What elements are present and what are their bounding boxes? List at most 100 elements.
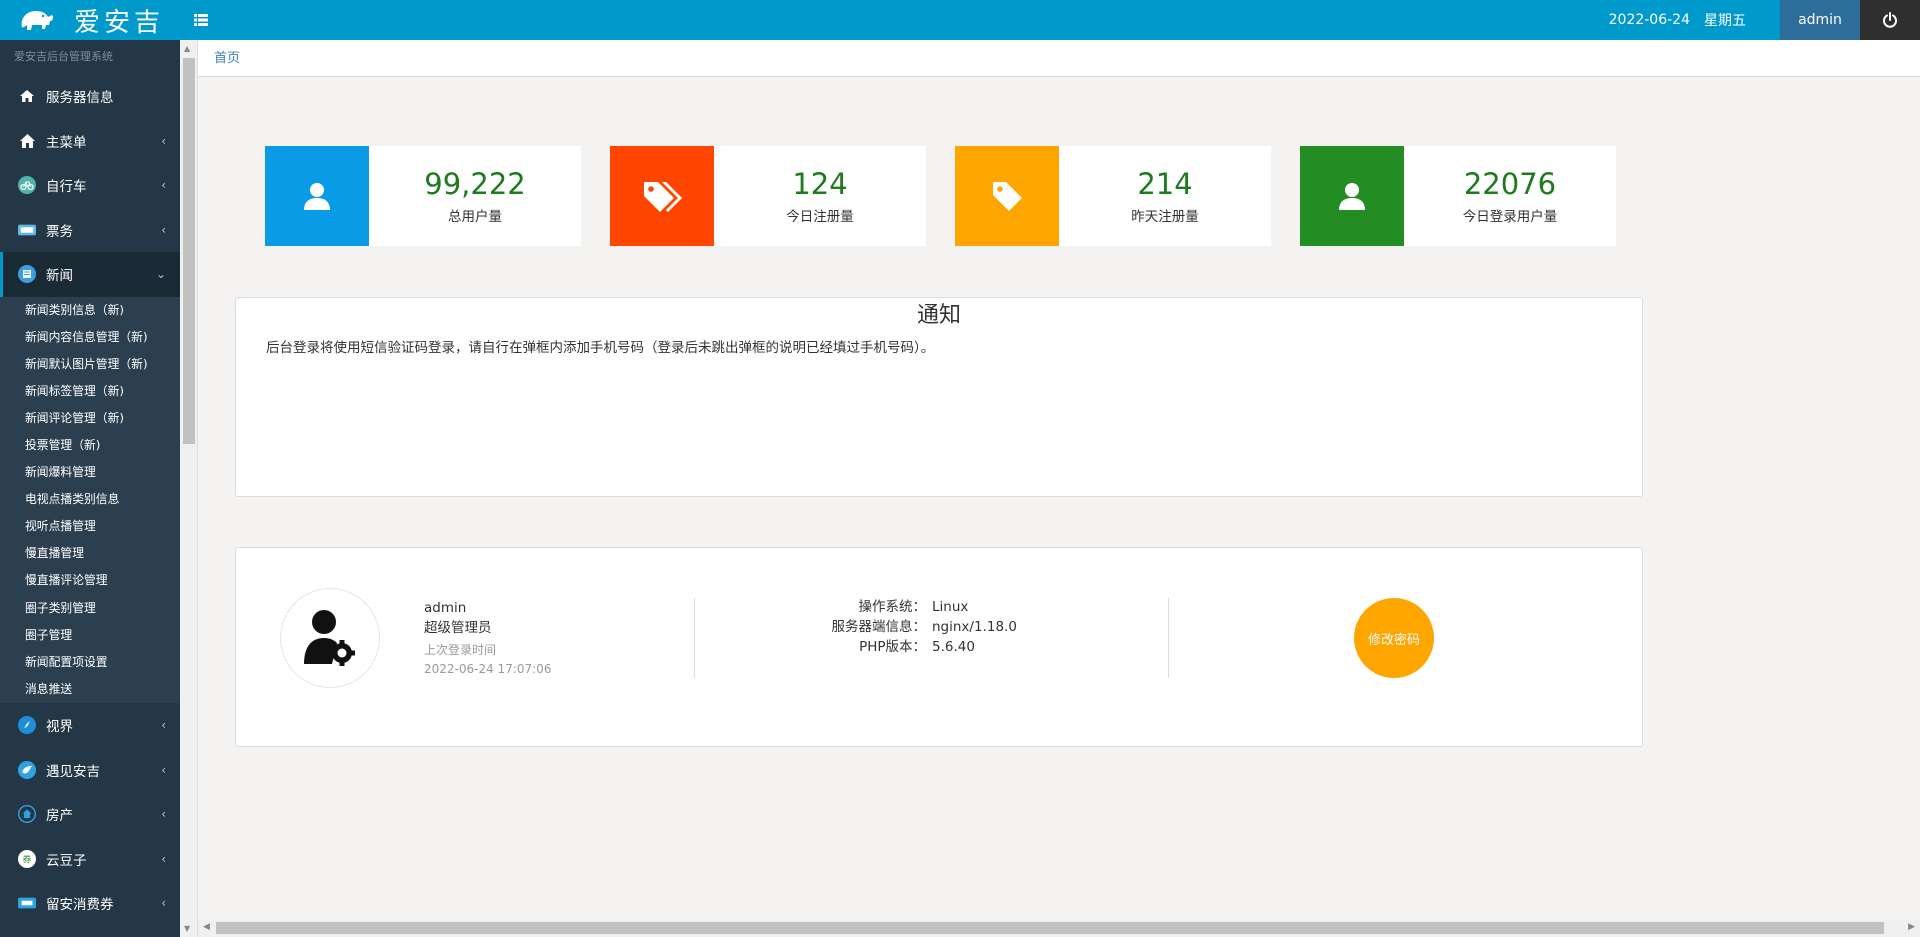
stat-label: 昨天注册量 bbox=[1131, 209, 1199, 225]
elephant-logo-icon bbox=[21, 11, 54, 30]
sidebar-item-label: 主菜单 bbox=[46, 134, 87, 151]
brand[interactable]: 爱安吉 bbox=[0, 0, 180, 40]
submenu-item[interactable]: 新闻类别信息（新) bbox=[0, 297, 180, 324]
submenu-item[interactable]: 慢直播管理 bbox=[0, 540, 180, 567]
user-name: admin bbox=[424, 600, 467, 616]
chevron-down-icon: ⌄ bbox=[155, 267, 166, 282]
stat-card-today-logins: 22076 今日登录用户量 bbox=[1300, 146, 1616, 246]
sidebar-item-label: 房产 bbox=[46, 808, 73, 825]
server-key: 操作系统： bbox=[858, 599, 927, 615]
sidebar-item-label: 票务 bbox=[46, 223, 73, 240]
submenu-item[interactable]: 新闻默认图片管理（新) bbox=[0, 351, 180, 378]
house-icon bbox=[18, 132, 36, 150]
sidebar-item-tickets[interactable]: 票务 ‹ bbox=[0, 208, 180, 253]
sidebar-item-meet-anji[interactable]: 遇见安吉 ‹ bbox=[0, 747, 180, 792]
chevron-left-icon: ‹ bbox=[161, 762, 166, 777]
stat-label: 今日登录用户量 bbox=[1462, 209, 1558, 225]
sidebar: 爱安吉后台管理系统 服务器信息 主菜单 ‹ 自行车 ‹ 票务 ‹ 新闻 ⌄ 新闻… bbox=[0, 40, 180, 937]
scroll-left-icon[interactable]: ◀ bbox=[203, 922, 210, 932]
tags-icon bbox=[644, 182, 682, 212]
main-content: 首页 99,222 总用户量 124 今日注册量 214 昨天注册量 22076… bbox=[198, 40, 1920, 919]
stat-icon-box bbox=[955, 146, 1059, 246]
stat-card-today-registrations: 124 今日注册量 bbox=[610, 146, 926, 246]
coupon-icon: 券 bbox=[18, 849, 36, 868]
current-date: 2022-06-24 bbox=[1608, 12, 1690, 28]
stat-label: 总用户量 bbox=[448, 209, 502, 225]
submenu-item[interactable]: 新闻内容信息管理（新) bbox=[0, 324, 180, 351]
submenu-item[interactable]: 投票管理（新) bbox=[0, 432, 180, 459]
sidebar-item-server-info[interactable]: 服务器信息 bbox=[0, 74, 180, 119]
submenu-item[interactable]: 视听点播管理 bbox=[0, 513, 180, 540]
submenu-item[interactable]: 圈子类别管理 bbox=[0, 595, 180, 622]
submenu-item[interactable]: 圈子管理 bbox=[0, 622, 180, 649]
horizontal-scrollbar[interactable]: ◀ ▶ bbox=[198, 919, 1920, 937]
menu-toggle-button[interactable] bbox=[186, 0, 216, 40]
user-menu-button[interactable]: admin bbox=[1780, 0, 1860, 40]
server-value: 5.6.40 bbox=[932, 639, 975, 655]
logout-button[interactable] bbox=[1860, 0, 1920, 40]
list-icon bbox=[194, 14, 208, 26]
chevron-left-icon: ‹ bbox=[161, 133, 166, 148]
server-key: 服务器端信息： bbox=[831, 619, 927, 635]
stat-icon-box bbox=[610, 146, 714, 246]
divider bbox=[1168, 598, 1169, 678]
chevron-left-icon: ‹ bbox=[161, 222, 166, 237]
stat-icon-box bbox=[1300, 146, 1404, 246]
ticket-icon bbox=[18, 221, 36, 239]
submenu-item[interactable]: 电视点播类别信息 bbox=[0, 486, 180, 513]
submenu-item[interactable]: 新闻配置项设置 bbox=[0, 649, 180, 676]
bird-icon bbox=[18, 760, 36, 779]
sidebar-item-bicycle[interactable]: 自行车 ‹ bbox=[0, 163, 180, 208]
user-role: 超级管理员 bbox=[424, 620, 492, 636]
scroll-up-icon[interactable]: ▲ bbox=[184, 44, 190, 53]
sidebar-item-yundouzi[interactable]: 券 云豆子 ‹ bbox=[0, 836, 180, 881]
account-info-panel: admin 超级管理员 上次登录时间 2022-06-24 17:07:06 操… bbox=[235, 547, 1643, 747]
sidebar-item-voucher[interactable]: 留安消费券 ‹ bbox=[0, 881, 180, 926]
notice-panel: 通知 后台登录将使用短信验证码登录，请自行在弹框内添加手机号码（登录后未跳出弹框… bbox=[235, 297, 1643, 497]
scrollbar-thumb[interactable] bbox=[183, 58, 195, 444]
sidebar-item-label: 留安消费券 bbox=[46, 897, 114, 914]
house-circle-icon bbox=[18, 805, 36, 824]
last-login-time: 2022-06-24 17:07:06 bbox=[424, 662, 552, 676]
stat-value: 214 bbox=[1137, 167, 1193, 201]
sidebar-item-vision[interactable]: 视界 ‹ bbox=[0, 703, 180, 748]
vertical-scrollbar[interactable]: ▲ ▼ bbox=[180, 40, 198, 937]
divider bbox=[694, 598, 695, 678]
breadcrumb: 首页 bbox=[198, 40, 1920, 77]
server-value: nginx/1.18.0 bbox=[932, 619, 1017, 635]
submenu-item[interactable]: 慢直播评论管理 bbox=[0, 567, 180, 594]
user-icon bbox=[304, 183, 330, 210]
sidebar-item-label: 服务器信息 bbox=[46, 90, 114, 107]
stat-icon-box bbox=[265, 146, 369, 246]
admin-user-gear-icon bbox=[304, 610, 355, 666]
sidebar-title: 爱安吉后台管理系统 bbox=[14, 50, 113, 63]
news-submenu: 新闻类别信息（新) 新闻内容信息管理（新) 新闻默认图片管理（新) 新闻标签管理… bbox=[0, 296, 180, 703]
chevron-left-icon: ‹ bbox=[161, 178, 166, 193]
chevron-left-icon: ‹ bbox=[161, 718, 166, 733]
voucher-icon bbox=[18, 894, 36, 912]
user-icon bbox=[1339, 183, 1365, 210]
sidebar-item-news[interactable]: 新闻 ⌄ bbox=[0, 252, 180, 297]
change-password-button[interactable]: 修改密码 bbox=[1354, 598, 1434, 678]
breadcrumb-home-link[interactable]: 首页 bbox=[214, 51, 240, 66]
bicycle-icon bbox=[18, 176, 36, 195]
stat-card-total-users: 99,222 总用户量 bbox=[265, 146, 581, 246]
server-row: 服务器端信息： nginx/1.18.0 bbox=[721, 617, 1127, 637]
brand-name: 爱安吉 bbox=[74, 7, 165, 38]
submenu-item[interactable]: 新闻评论管理（新) bbox=[0, 405, 180, 432]
sidebar-item-real-estate[interactable]: 房产 ‹ bbox=[0, 792, 180, 837]
submenu-item[interactable]: 新闻标签管理（新) bbox=[0, 378, 180, 405]
sidebar-item-label: 自行车 bbox=[46, 179, 87, 196]
submenu-item[interactable]: 消息推送 bbox=[0, 676, 180, 703]
top-bar: 爱安吉 2022-06-24 星期五 admin bbox=[0, 0, 1920, 40]
server-key: PHP版本： bbox=[859, 639, 926, 655]
scrollbar-thumb[interactable] bbox=[216, 922, 1884, 934]
chevron-left-icon: ‹ bbox=[161, 896, 166, 911]
home-icon bbox=[18, 87, 36, 105]
sidebar-item-main-menu[interactable]: 主菜单 ‹ bbox=[0, 119, 180, 164]
scroll-down-icon[interactable]: ▼ bbox=[184, 924, 190, 933]
stat-value: 99,222 bbox=[424, 167, 526, 201]
scroll-right-icon[interactable]: ▶ bbox=[1908, 922, 1915, 932]
submenu-item[interactable]: 新闻爆料管理 bbox=[0, 459, 180, 486]
sidebar-item-label: 遇见安吉 bbox=[46, 763, 100, 780]
